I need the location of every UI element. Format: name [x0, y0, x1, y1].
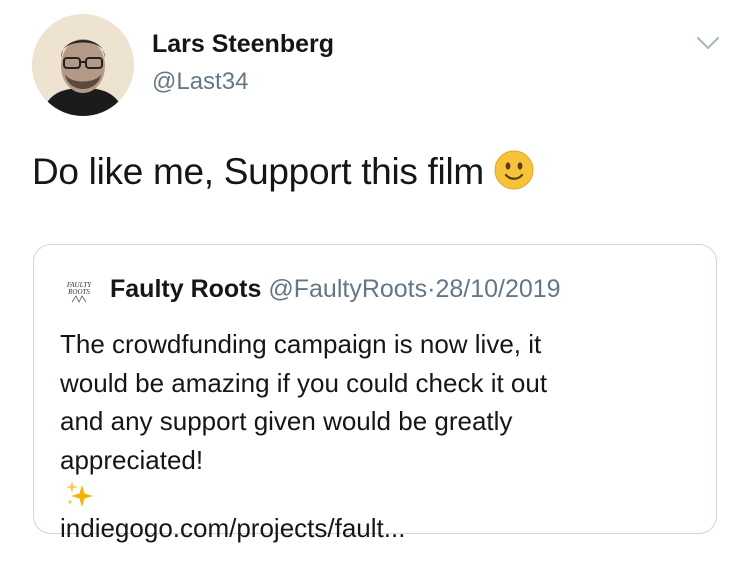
sparkles-icon: [64, 479, 94, 509]
quoted-tweet-link[interactable]: indiegogo.com/projects/fault...: [60, 509, 700, 548]
tweet-text: Do like me, Support this film: [32, 150, 534, 193]
chevron-down-icon[interactable]: [696, 34, 720, 52]
quoted-tweet-date[interactable]: 28/10/2019: [435, 275, 560, 303]
svg-text:ROOTS: ROOTS: [67, 288, 90, 296]
quoted-body-line-with-emoji: appreciated!: [60, 441, 700, 510]
author-avatar[interactable]: [32, 14, 134, 116]
author-name[interactable]: Lars Steenberg: [152, 30, 334, 59]
quoted-tweet-body: The crowdfunding campaign is now live, i…: [60, 325, 700, 548]
author-handle[interactable]: @Last34: [152, 68, 248, 96]
tweet-text-content: Do like me, Support this film: [32, 151, 484, 192]
quoted-body-line: The crowdfunding campaign is now live, i…: [60, 329, 542, 359]
faulty-roots-logo[interactable]: FAULTY ROOTS: [62, 278, 96, 304]
quoted-author-handle[interactable]: @FaultyRoots: [268, 275, 427, 303]
quoted-tweet-header: Faulty Roots @FaultyRoots·28/10/2019: [110, 275, 561, 304]
slightly-smiling-face-icon: [494, 150, 534, 190]
quoted-author-name[interactable]: Faulty Roots: [110, 275, 261, 303]
quoted-body-line: appreciated!: [60, 444, 204, 475]
quoted-tweet-card[interactable]: FAULTY ROOTS Faulty Roots @FaultyRoots·2…: [33, 244, 717, 543]
quoted-body-line: and any support given would be greatly: [60, 406, 513, 436]
quoted-body-line: would be amazing if you could check it o…: [60, 367, 548, 398]
avatar-photo: [32, 14, 134, 116]
